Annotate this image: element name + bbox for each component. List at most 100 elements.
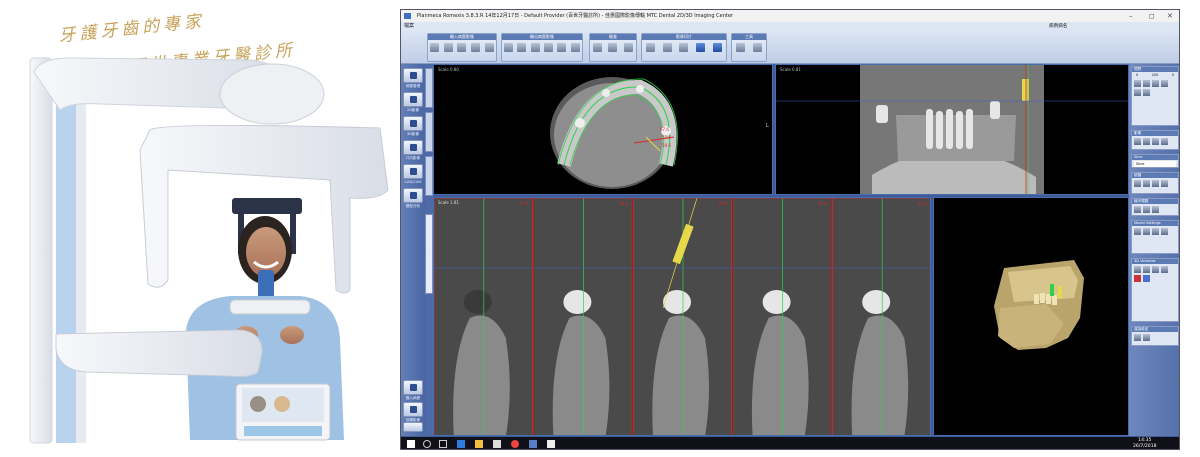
nav-exit[interactable] [403,422,423,432]
cross-section-slice[interactable]: 61.6 [831,198,931,436]
tab-panoramic[interactable] [425,112,433,152]
implant-icon[interactable] [1134,206,1141,213]
view-side-tabs [425,64,433,436]
pen-icon[interactable] [1134,180,1141,187]
orientation-label: L [766,123,769,129]
cross-sections-view[interactable]: Scale 1.81 57.6 58.6 59.6 60.6 61.6 [433,197,931,436]
slider-handle[interactable] [1152,266,1159,273]
chrome-icon[interactable] [511,440,519,448]
maximize-icon[interactable]: ◻ [1149,10,1155,22]
pen-icon[interactable] [623,43,633,52]
nerve-icon[interactable] [1152,206,1159,213]
panel-image: 影像 [1131,130,1179,150]
slice-icon[interactable] [662,43,672,52]
panorama-icon[interactable] [593,43,603,52]
disc-icon[interactable] [557,43,567,52]
tooth-icon[interactable] [430,43,440,52]
scan-icon[interactable] [484,43,494,52]
tooth-icon[interactable] [1134,228,1141,235]
range-mid: 200 [1151,73,1159,77]
xray-icon [410,96,417,103]
slice-icon[interactable] [645,43,655,52]
text-icon[interactable] [1161,180,1168,187]
3d-volume-view[interactable] [933,197,1129,436]
volume-icon[interactable] [1161,266,1168,273]
romexis-icon[interactable] [529,440,537,448]
angle-icon[interactable] [1152,180,1159,187]
render-icon[interactable] [1143,334,1150,341]
image-icon[interactable] [1134,138,1141,145]
nav-intraoral[interactable] [403,140,423,155]
tooth-icon[interactable] [1161,228,1168,235]
folder-icon[interactable] [530,43,540,52]
nav-patient[interactable] [403,68,423,83]
date: 26/7/2018 [1133,444,1157,449]
tab-cross-sections[interactable] [425,156,433,196]
cross-section-slice[interactable]: 59.6 [632,198,733,436]
range-min: 0 [1136,73,1139,77]
clock[interactable]: 14:35 26/7/2018 [1133,438,1157,449]
ruler-icon[interactable] [1143,180,1150,187]
tooth-icon[interactable] [457,43,467,52]
slider-handle[interactable] [1152,80,1159,87]
settings-icon[interactable] [736,43,745,52]
close-icon[interactable]: ✕ [1167,10,1173,22]
slider-handle[interactable] [1143,80,1150,87]
panoramic-view[interactable]: Scale 0.81 [775,64,1129,195]
cross-section-slice[interactable]: 57.6 [434,198,534,436]
folder-icon[interactable] [475,440,483,448]
rotate-icon[interactable] [1134,89,1141,96]
nav-import[interactable] [403,380,423,395]
nav-3d[interactable] [403,116,423,131]
tooth-icon[interactable] [443,43,453,52]
slider-handle[interactable] [1134,80,1141,87]
nav-return[interactable] [403,402,423,417]
nav-model[interactable] [403,188,423,203]
render-icon[interactable] [1134,334,1141,341]
color-swatch-red[interactable] [1134,275,1141,282]
tab-3d[interactable] [425,68,433,108]
slice-mode-select[interactable]: Slice [1134,161,1176,167]
cross-section-slice[interactable]: 58.6 [533,198,634,436]
camera-icon[interactable] [471,43,481,52]
zoom-icon[interactable] [713,43,723,52]
menu-file[interactable]: 檔案 [404,23,414,29]
save-icon[interactable] [570,43,580,52]
left-navigation: 病患管理 2D影像 3D影像 口內影像 CAD/CAM 模型分析 匯入病歷 回傳… [401,64,425,436]
ribbon-group-slices: 影像切片 [641,33,727,62]
tab-cross-section-panel[interactable] [425,214,433,294]
ruler-icon[interactable] [608,43,618,52]
tooth-icon[interactable] [1152,228,1159,235]
mail-icon[interactable] [544,43,554,52]
edge-icon[interactable] [457,440,465,448]
reset-icon[interactable] [1143,89,1150,96]
search-icon[interactable] [423,440,431,448]
slice-icon[interactable] [679,43,689,52]
nav-2d[interactable] [403,92,423,107]
slider-handle[interactable] [1143,266,1150,273]
image-icon[interactable] [1143,138,1150,145]
tooth-icon[interactable] [1143,228,1150,235]
color-swatch-blue[interactable] [1143,275,1150,282]
windows-start-icon[interactable] [407,440,415,448]
task-view-icon[interactable] [439,440,447,448]
nav-label: 2D影像 [406,108,420,112]
photos-icon[interactable] [547,440,555,448]
implant-tool-icon[interactable] [696,43,706,52]
3d-skull [994,260,1084,350]
export-icon[interactable] [504,43,514,52]
minimize-icon[interactable]: – [1129,10,1133,22]
axial-view[interactable]: Scale 0.80 L 67.6 57.6 59.6 [433,64,773,195]
nav-cadcam[interactable] [403,164,423,179]
nav-label: 模型分析 [405,204,421,208]
implant-icon[interactable] [1143,206,1150,213]
print-icon[interactable] [517,43,527,52]
cross-section-slice[interactable]: 60.6 [732,198,833,436]
panoramic-scan [776,65,1128,194]
report-icon[interactable] [753,43,762,52]
slider-handle[interactable] [1134,266,1141,273]
store-icon[interactable] [493,440,501,448]
image-icon[interactable] [1161,138,1168,145]
camera-icon[interactable] [1161,80,1168,87]
image-icon[interactable] [1152,138,1159,145]
